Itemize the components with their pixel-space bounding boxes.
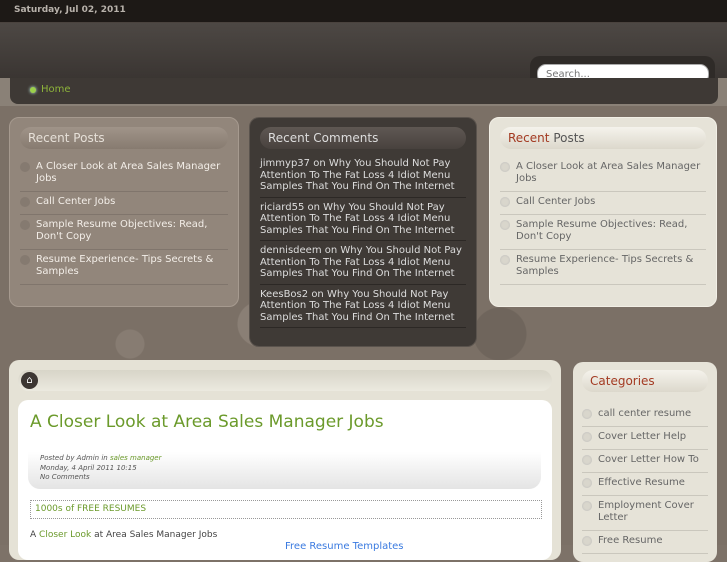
post-link: A Closer Look at Area Sales Manager Jobs bbox=[516, 161, 701, 184]
post-link: A Closer Look at Area Sales Manager Jobs bbox=[36, 161, 221, 184]
list-item[interactable]: A Closer Look at Area Sales Manager Jobs bbox=[20, 157, 228, 192]
post-link: Call Center Jobs bbox=[516, 196, 596, 207]
post-link: Call Center Jobs bbox=[36, 196, 116, 207]
category-link[interactable]: sales manager bbox=[110, 454, 162, 462]
post-link: Sample Resume Objectives: Read, Don't Co… bbox=[36, 219, 208, 242]
category-link: call center resume bbox=[598, 408, 692, 419]
bullet-icon bbox=[20, 197, 30, 207]
post: A Closer Look at Area Sales Manager Jobs… bbox=[18, 400, 552, 560]
category-item[interactable]: Free Resume bbox=[582, 531, 708, 554]
category-link: Employment Cover Letter bbox=[598, 500, 694, 523]
comments-link[interactable]: No Comments bbox=[40, 473, 529, 483]
bullet-icon bbox=[20, 255, 30, 265]
comment-item: riciard55 on Why You Should Not Pay Atte… bbox=[260, 201, 466, 241]
panel-title: Recent Comments bbox=[260, 127, 466, 149]
recent-posts-panel: Recent Posts A Closer Look at Area Sales… bbox=[9, 117, 239, 307]
header bbox=[0, 23, 727, 91]
main-content: ⌂ A Closer Look at Area Sales Manager Jo… bbox=[9, 360, 561, 560]
post-meta: Posted by Admin in sales manager Monday,… bbox=[28, 452, 541, 489]
list-item[interactable]: Resume Experience- Tips Secrets & Sample… bbox=[20, 250, 228, 285]
list-item[interactable]: A Closer Look at Area Sales Manager Jobs bbox=[500, 157, 706, 192]
bullet-icon bbox=[20, 220, 30, 230]
category-item[interactable]: call center resume bbox=[582, 404, 708, 427]
body-link[interactable]: Closer Look bbox=[39, 530, 91, 540]
comment-author[interactable]: KeesBos2 bbox=[260, 289, 308, 300]
post-body: A Closer Look at Area Sales Manager Jobs bbox=[30, 530, 217, 540]
nav-bar: Home bbox=[0, 78, 727, 106]
body-text: A bbox=[30, 530, 37, 540]
category-link: Cover Letter How To bbox=[598, 454, 699, 465]
list-item[interactable]: Sample Resume Objectives: Read, Don't Co… bbox=[20, 215, 228, 250]
date: Saturday, Jul 02, 2011 bbox=[14, 5, 126, 15]
list-item[interactable]: Resume Experience- Tips Secrets & Sample… bbox=[500, 250, 706, 285]
categories-panel: Categories call center resume Cover Lett… bbox=[573, 362, 717, 562]
category-link: Cover Letter Help bbox=[598, 431, 687, 442]
category-item[interactable]: Cover Letter How To bbox=[582, 450, 708, 473]
bullet-icon bbox=[30, 86, 36, 93]
comment-author[interactable]: riciard55 bbox=[260, 202, 304, 213]
list-item[interactable]: Sample Resume Objectives: Read, Don't Co… bbox=[500, 215, 706, 250]
nav-home-label: Home bbox=[41, 84, 71, 95]
home-icon[interactable]: ⌂ bbox=[21, 372, 38, 389]
category-link: Effective Resume bbox=[598, 477, 685, 488]
on-label: on bbox=[311, 288, 324, 300]
bullet-icon bbox=[20, 162, 30, 172]
recent-posts-panel-right: Recent Posts A Closer Look at Area Sales… bbox=[489, 117, 717, 307]
bullet-icon bbox=[500, 220, 510, 230]
comment-author[interactable]: jimmyp37 bbox=[260, 158, 310, 169]
comment-item: KeesBos2 on Why You Should Not Pay Atten… bbox=[260, 288, 466, 328]
bullet-icon bbox=[582, 501, 592, 511]
post-link: Resume Experience- Tips Secrets & Sample… bbox=[36, 254, 214, 277]
comment-author[interactable]: dennisdeem bbox=[260, 245, 322, 256]
posted-by: Posted by Admin in bbox=[40, 454, 108, 462]
panel-title: Recent Posts bbox=[20, 127, 228, 149]
bullet-icon bbox=[582, 409, 592, 419]
panel-title: Recent Posts bbox=[500, 127, 706, 149]
bullet-icon bbox=[500, 255, 510, 265]
top-bar: Saturday, Jul 02, 2011 bbox=[0, 0, 727, 23]
title-part: Recent bbox=[508, 131, 550, 145]
list-item[interactable]: Call Center Jobs bbox=[500, 192, 706, 215]
title-part: Posts bbox=[553, 131, 585, 145]
list-item[interactable]: Call Center Jobs bbox=[20, 192, 228, 215]
side-link[interactable]: Free Resume Templates bbox=[285, 541, 404, 552]
body-text: at Area Sales Manager Jobs bbox=[94, 530, 218, 540]
post-link: Sample Resume Objectives: Read, Don't Co… bbox=[516, 219, 688, 242]
post-link: Resume Experience- Tips Secrets & Sample… bbox=[516, 254, 694, 277]
on-label: on bbox=[307, 201, 320, 213]
post-title[interactable]: A Closer Look at Area Sales Manager Jobs bbox=[30, 412, 384, 432]
bullet-icon bbox=[582, 455, 592, 465]
bullet-icon bbox=[582, 432, 592, 442]
on-label: on bbox=[324, 245, 338, 256]
comment-item: dennisdeem on Why You Should Not Pay Att… bbox=[260, 244, 466, 285]
bullet-icon bbox=[500, 197, 510, 207]
breadcrumb: ⌂ bbox=[18, 370, 552, 391]
bullet-icon bbox=[582, 478, 592, 488]
category-item[interactable]: Employment Cover Letter bbox=[582, 496, 708, 531]
bullet-icon bbox=[500, 162, 510, 172]
category-item[interactable]: Cover Letter Help bbox=[582, 427, 708, 450]
category-link: Free Resume bbox=[598, 535, 663, 546]
ad-link[interactable]: 1000s of FREE RESUMES bbox=[30, 500, 542, 519]
comment-item: jimmyp37 on Why You Should Not Pay Atten… bbox=[260, 157, 466, 198]
on-label: on bbox=[313, 158, 326, 169]
panel-title: Categories bbox=[582, 370, 708, 392]
recent-comments-panel: Recent Comments jimmyp37 on Why You Shou… bbox=[249, 117, 477, 347]
nav-home[interactable]: Home bbox=[30, 84, 71, 95]
post-date: Monday, 4 April 2011 10:15 bbox=[40, 463, 137, 472]
category-item[interactable]: Effective Resume bbox=[582, 473, 708, 496]
